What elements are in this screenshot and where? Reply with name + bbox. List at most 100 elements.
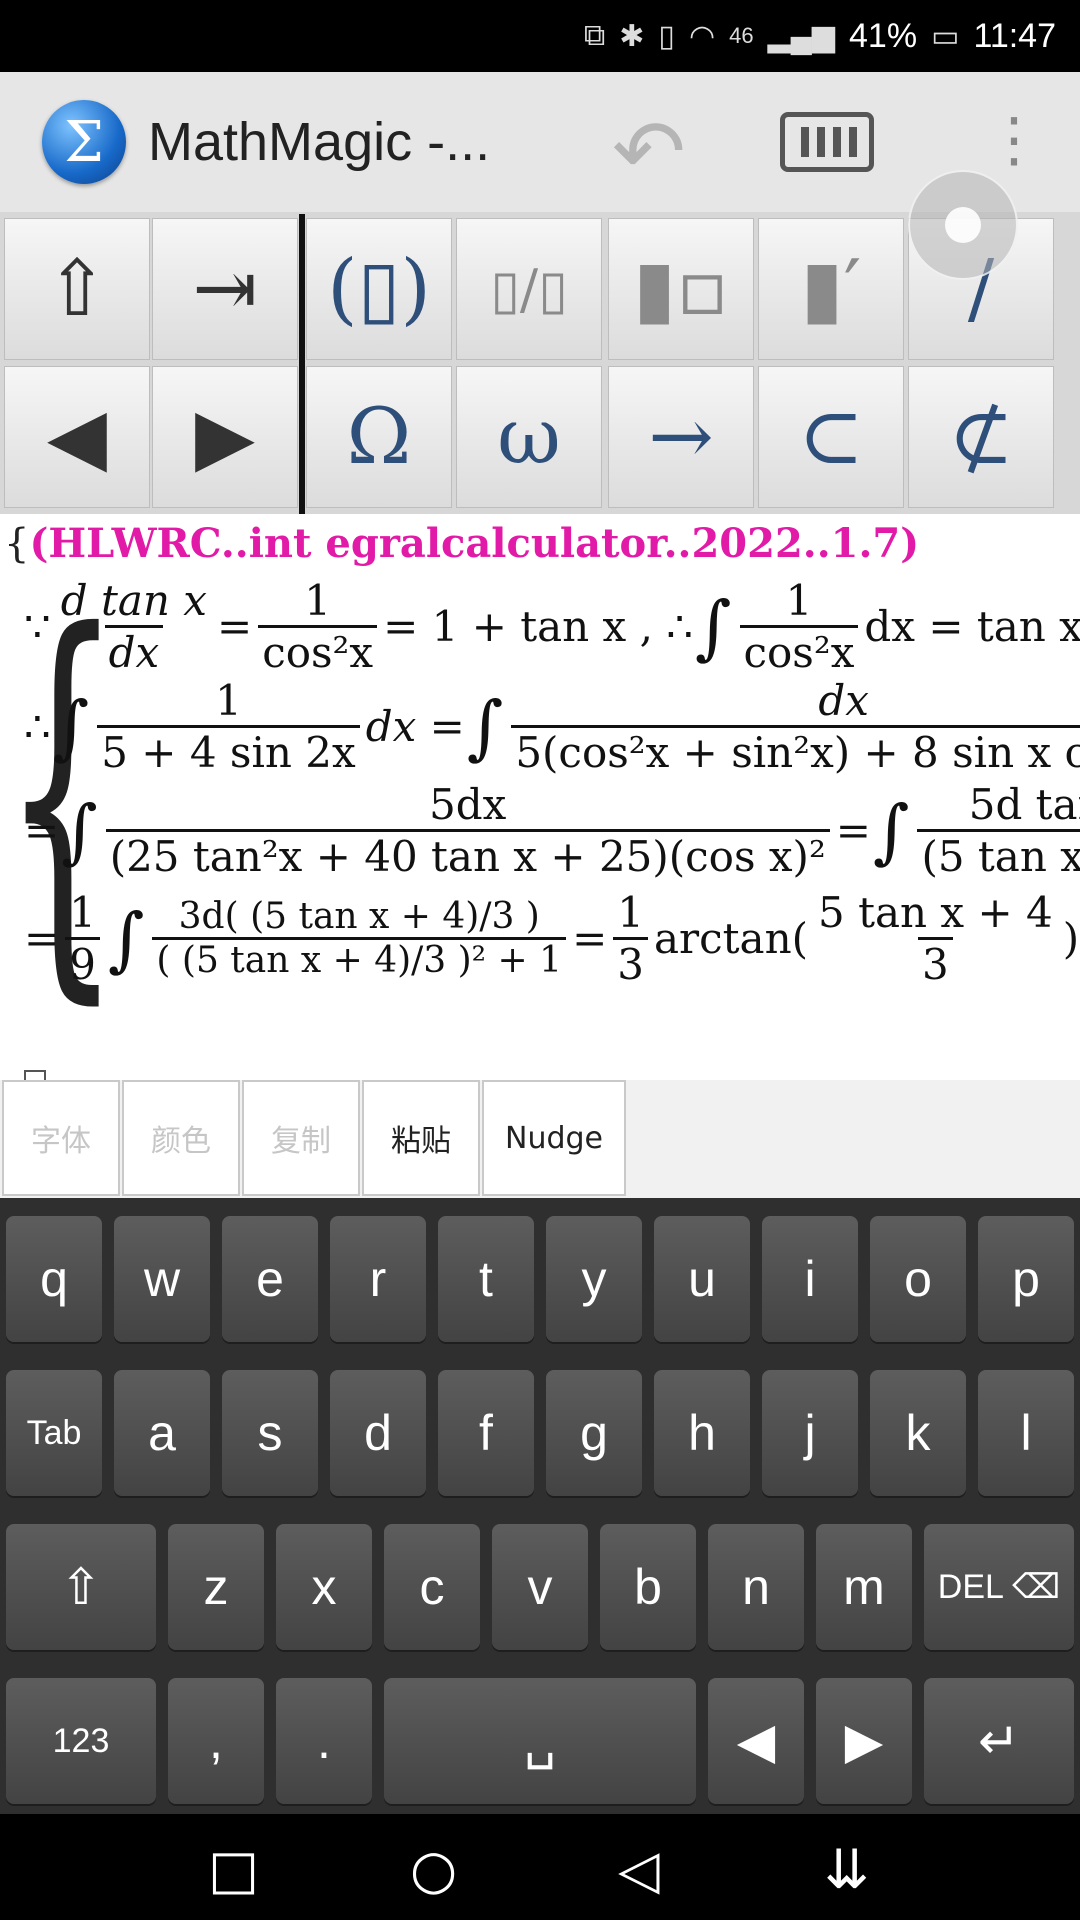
palette-arrow-button[interactable]: → [608,366,754,508]
omega-lower-icon: ω [497,392,561,482]
key-r[interactable]: r [330,1216,426,1342]
font-button[interactable]: 字体 [2,1080,120,1196]
nudge-button[interactable]: Nudge [482,1080,626,1196]
palette-subset-button[interactable]: ⊂ [758,366,904,508]
key-q[interactable]: q [6,1216,102,1342]
vibrate-icon: ▯ [658,19,675,53]
paste-button[interactable]: 粘贴 [362,1080,480,1196]
enter-icon: ↵ [978,1713,1020,1769]
key-k[interactable]: k [870,1370,966,1496]
keyboard-toggle-icon[interactable] [780,112,874,172]
palette-prime-button[interactable]: ▮′ [758,218,904,360]
bluetooth-icon: ✱ [619,19,645,53]
left-arrow-icon: ◀ [47,392,107,482]
palette-omega-upper-button[interactable]: Ω [306,366,452,508]
palette-parentheses-button[interactable]: (▯) [306,218,452,360]
not-subset-icon: ⊄ [948,392,1014,482]
key-t[interactable]: t [438,1216,534,1342]
key-l[interactable]: l [978,1370,1074,1496]
app-title: MathMagic -... [148,112,491,172]
backspace-icon: DEL ⌫ [937,1568,1061,1606]
equation-line-1: ∵ d tan x dx = 1 cos²x = 1 + tan x , ∴ ∫ 1… [24,576,1080,677]
cell-bars-icon: ▂▄▆ [767,19,836,53]
key-o[interactable]: o [870,1216,966,1342]
key-c[interactable]: c [384,1524,480,1650]
key-p[interactable]: p [978,1216,1074,1342]
key-123[interactable]: 123 [6,1678,156,1804]
rightwards-arrow-icon: → [648,392,714,482]
key-v[interactable]: v [492,1524,588,1650]
home-icon[interactable]: ○ [410,1838,457,1901]
palette-left-button[interactable]: ◀ [4,366,150,508]
key-y[interactable]: y [546,1216,642,1342]
fraction: 19 [65,888,100,989]
back-icon[interactable]: ◁ [618,1838,660,1901]
key-a[interactable]: a [114,1370,210,1496]
overflow-menu-icon[interactable]: ⋮ [984,110,1044,170]
key-e[interactable]: e [222,1216,318,1342]
key-h[interactable]: h [654,1370,750,1496]
space-icon: ␣ [524,1713,556,1769]
copy-button[interactable]: 复制 [242,1080,360,1196]
fraction: 15 + 4 sin 2x [97,676,360,777]
math-editor[interactable]: {(HLWRC..int egralcalculator..2022..1.7)… [0,514,1080,1080]
subset-icon: ⊂ [798,392,864,482]
fraction: d tan x dx [60,576,207,677]
equation-line-3: = ∫ 5dx (25 tan²x + 40 tan x + 25)(cos x)… [24,780,1080,881]
clock: 11:47 [973,16,1056,55]
color-button[interactable]: 颜色 [122,1080,240,1196]
palette-right-button[interactable]: ▶ [152,366,298,508]
fraction: 5dx (25 tan²x + 40 tan x + 25)(cos x)² [105,780,830,881]
shift-up-icon: ⇧ [44,244,110,334]
left-arrow-icon: ◀ [736,1713,776,1769]
right-arrow-icon: ▶ [195,392,255,482]
fraction: 3d( (5 tan x + 4)/3 )( (5 tan x + 4)/3 )… [152,896,567,981]
undo-icon[interactable]: ↶ [612,100,686,203]
key-j[interactable]: j [762,1370,858,1496]
wifi-icon: ◠ [688,19,716,53]
key-m[interactable]: m [816,1524,912,1650]
palette-shift-button[interactable]: ⇧ [4,218,150,360]
palette-subscript-button[interactable]: ▮▫ [608,218,754,360]
key-g[interactable]: g [546,1370,642,1496]
palette-divider [299,214,305,514]
key-n[interactable]: n [708,1524,804,1650]
key-left[interactable]: ◀ [708,1678,804,1804]
key-delete[interactable]: DEL ⌫ [924,1524,1074,1650]
key-z[interactable]: z [168,1524,264,1650]
cast-icon: ⧉ [583,19,606,52]
key-i[interactable]: i [762,1216,858,1342]
palette-fraction-button[interactable]: ▯/▯ [456,218,602,360]
key-w[interactable]: w [114,1216,210,1342]
key-f[interactable]: f [438,1370,534,1496]
palette-not-subset-button[interactable]: ⊄ [908,366,1054,508]
key-period[interactable]: . [276,1678,372,1804]
key-b[interactable]: b [600,1524,696,1650]
status-bar: ⧉ ✱ ▯ ◠ 46 ▂▄▆ 41% ▭ 11:47 [0,0,1080,72]
key-enter[interactable]: ↵ [924,1678,1074,1804]
notification-pull-icon[interactable]: ⇊ [824,1838,869,1901]
key-right[interactable]: ▶ [816,1678,912,1804]
tab-arrow-icon: ⇥ [192,244,258,334]
key-comma[interactable]: , [168,1678,264,1804]
document-title: {(HLWRC..int egralcalculator..2022..1.7) [4,520,920,567]
key-space[interactable]: ␣ [384,1678,696,1804]
palette-tab-button[interactable]: ⇥ [152,218,298,360]
fraction: 5d tan x(5 tan x + 4) [917,780,1080,881]
context-menu-bar: 字体 颜色 复制 粘贴 Nudge [0,1080,1080,1198]
key-u[interactable]: u [654,1216,750,1342]
key-d[interactable]: d [330,1370,426,1496]
key-tab[interactable]: Tab [6,1370,102,1496]
battery-percent: 41% [849,16,918,55]
key-x[interactable]: x [276,1524,372,1650]
fraction-template-icon: ▯/▯ [490,257,568,321]
key-s[interactable]: s [222,1370,318,1496]
fraction: 1 cos²x [739,576,859,677]
key-shift[interactable]: ⇧ [6,1524,156,1650]
omega-upper-icon: Ω [346,392,412,482]
palette-omega-lower-button[interactable]: ω [456,366,602,508]
fraction: 13 [613,888,649,989]
floating-assist-button[interactable] [908,170,1018,280]
recent-apps-icon[interactable]: □ [208,1838,259,1901]
equation-line-2: ∴ ∫ 15 + 4 sin 2x dx = ∫ dx 5(cos²x + sin… [24,676,1080,777]
